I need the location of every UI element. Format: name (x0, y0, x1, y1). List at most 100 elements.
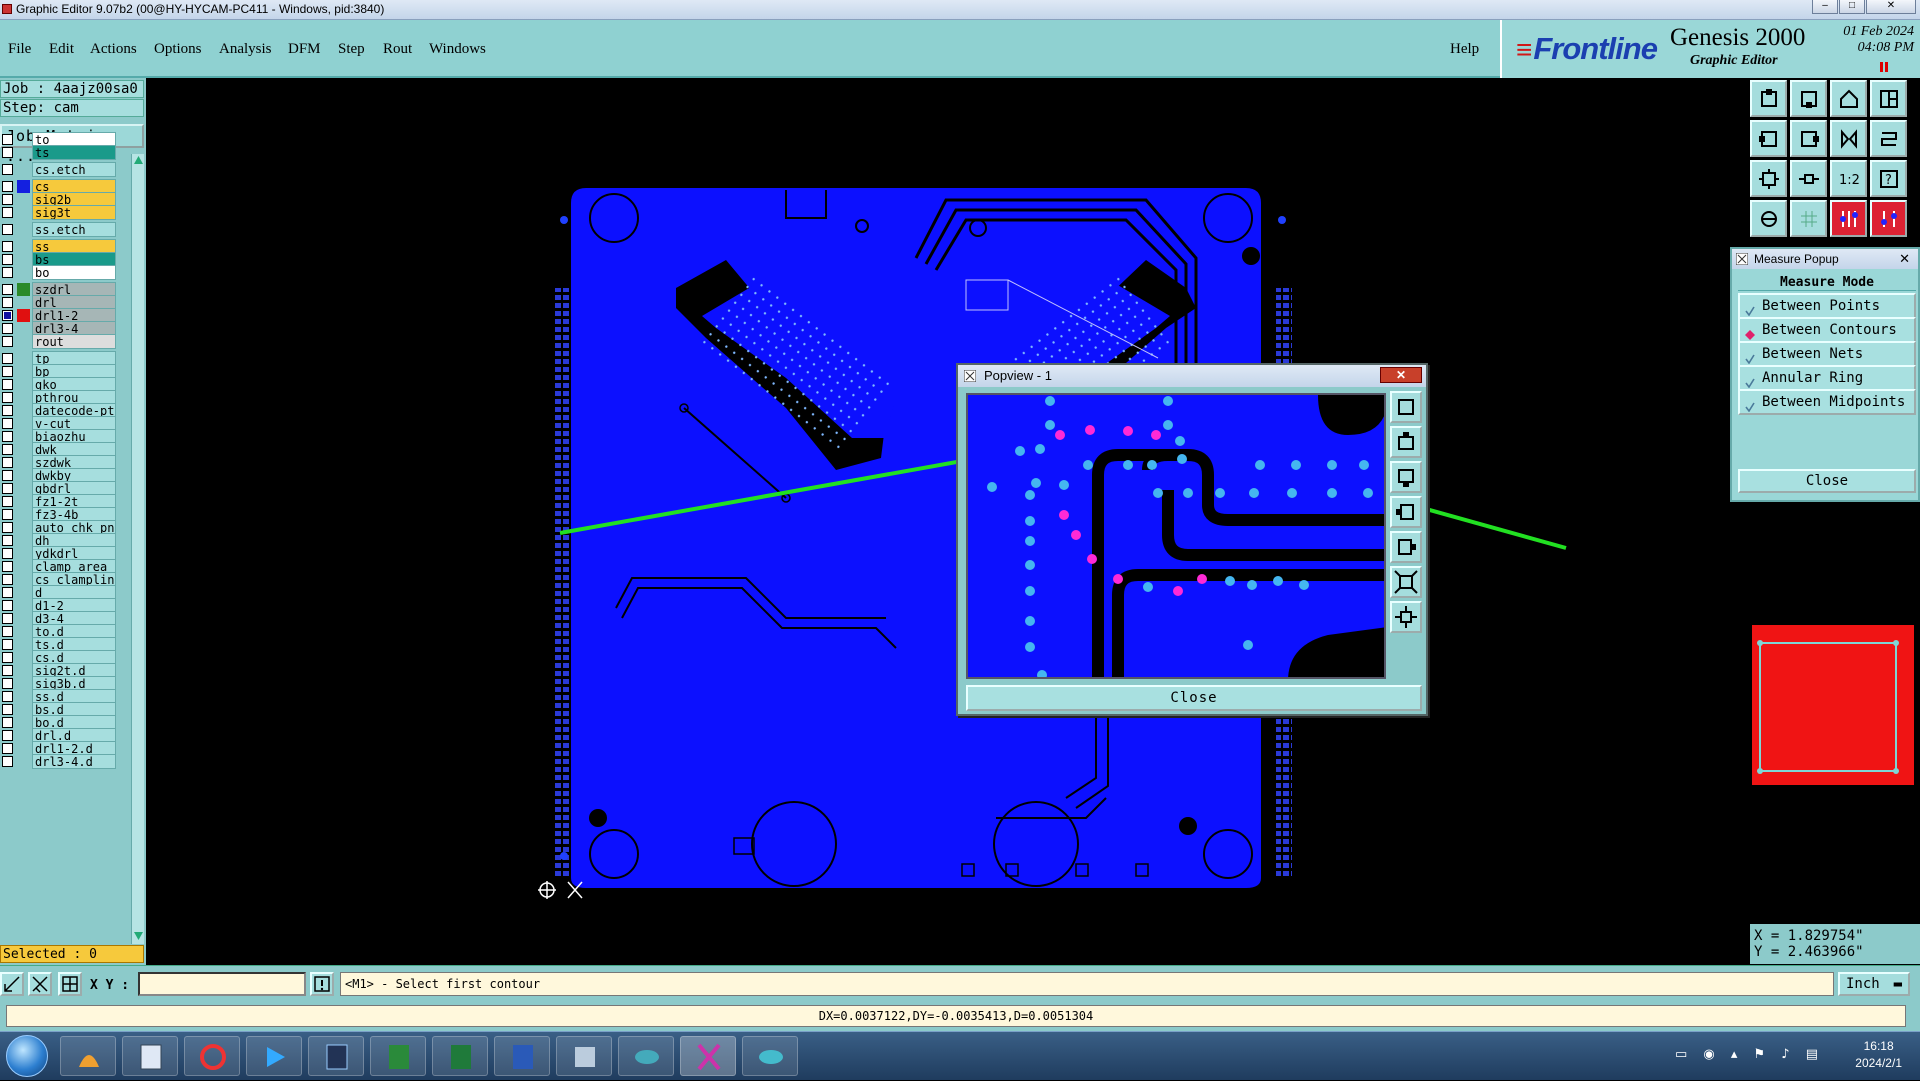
pan-right-icon[interactable] (1790, 120, 1827, 157)
zoom-in-icon[interactable] (1790, 160, 1827, 197)
select-tool-icon[interactable] (0, 972, 24, 996)
layer-checkbox[interactable] (2, 353, 13, 364)
layer-checkbox[interactable] (2, 181, 13, 192)
layer-checkbox[interactable] (2, 626, 13, 637)
fit-screen-icon[interactable] (1750, 160, 1787, 197)
layer-checkbox[interactable] (2, 639, 13, 650)
layer-checkbox[interactable] (2, 147, 13, 158)
layer-name[interactable]: bo (32, 265, 116, 280)
layer-checkbox[interactable] (2, 691, 13, 702)
popview-zoom-in-icon[interactable] (1390, 601, 1422, 633)
zoom-down-icon[interactable] (1790, 80, 1827, 117)
layer-row[interactable]: ss.etch (0, 222, 118, 237)
layer-checkbox[interactable] (2, 267, 13, 278)
taskbar-app-shell-icon[interactable] (60, 1036, 116, 1076)
layer-checkbox[interactable] (2, 587, 13, 598)
layer-checkbox[interactable] (2, 470, 13, 481)
layer-row[interactable]: drl3-4.d (0, 754, 118, 769)
layer-row[interactable]: rout (0, 334, 118, 349)
popview-pan-left-icon[interactable] (1390, 496, 1422, 528)
layer-checkbox[interactable] (2, 509, 13, 520)
layer-checkbox[interactable] (2, 336, 13, 347)
layer-checkbox[interactable] (2, 717, 13, 728)
taskbar-app-files-icon[interactable] (556, 1036, 612, 1076)
menu-rout[interactable]: Rout (383, 41, 412, 58)
menu-analysis[interactable]: Analysis (219, 41, 272, 58)
pan-left-icon[interactable] (1750, 120, 1787, 157)
layer-checkbox[interactable] (2, 535, 13, 546)
layer-name[interactable]: cs.etch (32, 162, 116, 177)
popview-close-button[interactable]: Close (966, 685, 1422, 711)
layer-checkbox[interactable] (2, 574, 13, 585)
layer-checkbox[interactable] (2, 431, 13, 442)
mirror-icon[interactable] (1830, 120, 1867, 157)
close-window-button[interactable]: ✕ (1866, 0, 1916, 14)
scale-1-2-icon[interactable]: 1:2 (1830, 160, 1867, 197)
popview-pan-down-icon[interactable] (1390, 461, 1422, 493)
route-icon[interactable] (1870, 120, 1907, 157)
menu-edit[interactable]: Edit (49, 41, 74, 58)
layer-checkbox[interactable] (2, 444, 13, 455)
layer-checkbox[interactable] (2, 224, 13, 235)
layer-checkbox[interactable] (2, 665, 13, 676)
layer-checkbox[interactable] (2, 561, 13, 572)
layer-checkbox[interactable] (2, 392, 13, 403)
layer-checkbox[interactable] (2, 134, 13, 145)
layer-name[interactable]: rout (32, 334, 116, 349)
taskbar-app-notepad-icon[interactable] (122, 1036, 178, 1076)
layer-row[interactable]: sig3t (0, 205, 118, 220)
taskbar-app-cam-icon[interactable] (742, 1036, 798, 1076)
menu-help[interactable]: Help (1450, 41, 1479, 58)
graphic-canvas[interactable] (146, 78, 1746, 965)
help-question-icon[interactable]: ? (1870, 160, 1907, 197)
taskbar-app-excel-icon[interactable] (432, 1036, 488, 1076)
xy-input[interactable] (138, 972, 306, 996)
popview-fit-icon[interactable] (1390, 566, 1422, 598)
house-icon[interactable] (1830, 80, 1867, 117)
layer-checkbox[interactable] (2, 405, 13, 416)
layer-checkbox[interactable] (2, 483, 13, 494)
menu-windows[interactable]: Windows (429, 41, 486, 58)
unit-selector[interactable]: Inch ▬ (1838, 972, 1910, 996)
taskbar-app-save-icon[interactable] (308, 1036, 364, 1076)
layer-row[interactable]: bo (0, 265, 118, 280)
panel-split-icon[interactable] (1870, 80, 1907, 117)
measure-option-between-midpoints[interactable]: Between Midpoints (1738, 389, 1916, 415)
measure-popup-close-icon[interactable]: ✕ (1899, 249, 1910, 269)
start-button[interactable] (6, 1035, 48, 1077)
layer-name[interactable]: sig3t (32, 205, 116, 220)
layer-checkbox[interactable] (2, 457, 13, 468)
layer-checkbox[interactable] (2, 254, 13, 265)
taskbar-app-genesis-icon[interactable] (680, 1036, 736, 1076)
layer-checkbox[interactable] (2, 496, 13, 507)
net-compare-icon[interactable] (1870, 200, 1907, 237)
measure-close-button[interactable]: Close (1738, 469, 1916, 493)
layer-checkbox[interactable] (2, 164, 13, 175)
popview-pan-up-icon[interactable] (1390, 426, 1422, 458)
layer-checkbox[interactable] (2, 678, 13, 689)
system-tray-icons[interactable]: ▭ ◉ ▴ ⚑ ♪ ▤ (1675, 1047, 1824, 1062)
layer-checkbox[interactable] (2, 652, 13, 663)
layer-checkbox[interactable] (2, 756, 13, 767)
net-highlight-icon[interactable] (1830, 200, 1867, 237)
grid-icon[interactable] (1790, 200, 1827, 237)
measure-option-between-contours[interactable]: Between Contours (1738, 317, 1916, 343)
measure-tool-icon[interactable] (28, 972, 52, 996)
menu-actions[interactable]: Actions (90, 41, 137, 58)
layer-checkbox[interactable] (2, 730, 13, 741)
layer-name[interactable]: drl3-4.d (32, 754, 116, 769)
layer-checkbox[interactable] (2, 323, 13, 334)
menu-options[interactable]: Options (154, 41, 202, 58)
layer-checkbox[interactable] (2, 600, 13, 611)
layer-row[interactable]: cs.etch (0, 162, 118, 177)
popview-close-icon[interactable]: ✕ (1380, 367, 1422, 383)
layer-checkbox[interactable] (2, 704, 13, 715)
layer-name[interactable]: ts (32, 145, 116, 160)
layer-checkbox[interactable] (2, 297, 13, 308)
taskbar-app-eye-icon[interactable] (618, 1036, 674, 1076)
taskbar-app-word-icon[interactable] (494, 1036, 550, 1076)
layer-checkbox[interactable] (2, 194, 13, 205)
measure-option-between-nets[interactable]: Between Nets (1738, 341, 1916, 367)
zoom-home-icon[interactable] (1750, 80, 1787, 117)
layer-checkbox[interactable] (2, 366, 13, 377)
